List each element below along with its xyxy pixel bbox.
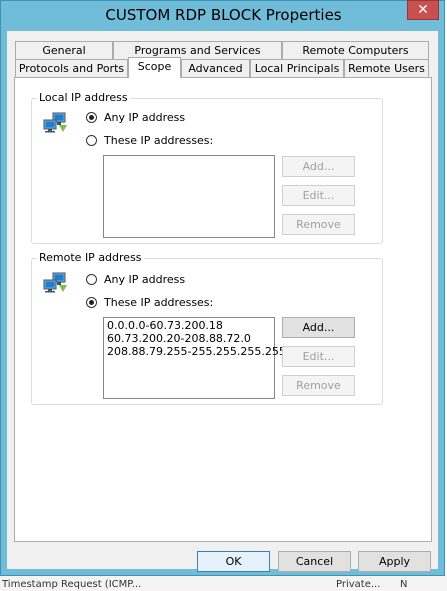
remote-ip-entry[interactable]: 0.0.0.0-60.73.200.18 (107, 319, 271, 332)
local-ip-listbox[interactable] (103, 155, 275, 238)
remote-ip-entry[interactable]: 60.73.200.20-208.88.72.0 (107, 332, 271, 345)
network-computers-icon (43, 112, 67, 133)
tab-scope[interactable]: Scope (128, 57, 181, 78)
local-add-button[interactable]: Add... (282, 156, 355, 177)
remote-these-ip-radio[interactable] (86, 297, 97, 308)
background-rule-name: Timestamp Request (ICMP... (2, 579, 142, 590)
local-these-ip-radio[interactable] (86, 135, 97, 146)
local-any-ip-radio[interactable] (86, 112, 97, 123)
local-remove-button[interactable]: Remove (282, 214, 355, 235)
tab-local-principals[interactable]: Local Principals (250, 59, 344, 77)
background-profile: Private... (336, 579, 381, 590)
window-title: CUSTOM RDP BLOCK Properties (105, 6, 342, 24)
tab-advanced[interactable]: Advanced (181, 59, 250, 77)
background-column-glyph: N (400, 579, 408, 590)
close-button[interactable]: ✕ (407, 0, 439, 20)
remote-remove-button[interactable]: Remove (282, 375, 355, 396)
remote-edit-button[interactable]: Edit... (282, 346, 355, 367)
tab-remote-users[interactable]: Remote Users (344, 59, 429, 77)
scope-tab-page: Local IP address Any IP address These IP… (14, 77, 432, 542)
remote-any-ip-label: Any IP address (104, 273, 186, 286)
remote-these-ip-label: These IP addresses: (104, 296, 214, 309)
local-ip-group-label: Local IP address (37, 91, 130, 104)
tab-remote-computers[interactable]: Remote Computers (282, 41, 429, 59)
network-computers-icon (43, 272, 67, 293)
remote-ip-listbox[interactable]: 0.0.0.0-60.73.200.18 60.73.200.20-208.88… (103, 317, 286, 399)
remote-add-button[interactable]: Add... (282, 317, 355, 338)
local-these-ip-label: These IP addresses: (104, 134, 214, 147)
tab-protocols-and-ports[interactable]: Protocols and Ports (15, 59, 128, 77)
tab-general[interactable]: General (15, 41, 113, 59)
apply-button[interactable]: Apply (358, 551, 431, 572)
ok-button[interactable]: OK (197, 551, 270, 572)
remote-any-ip-radio[interactable] (86, 274, 97, 285)
remote-ip-group-label: Remote IP address (37, 251, 144, 264)
remote-ip-entry[interactable]: 208.88.79.255-255.255.255.255 (107, 345, 286, 358)
local-edit-button[interactable]: Edit... (282, 185, 355, 206)
cancel-button[interactable]: Cancel (278, 551, 351, 572)
local-any-ip-label: Any IP address (104, 111, 186, 124)
